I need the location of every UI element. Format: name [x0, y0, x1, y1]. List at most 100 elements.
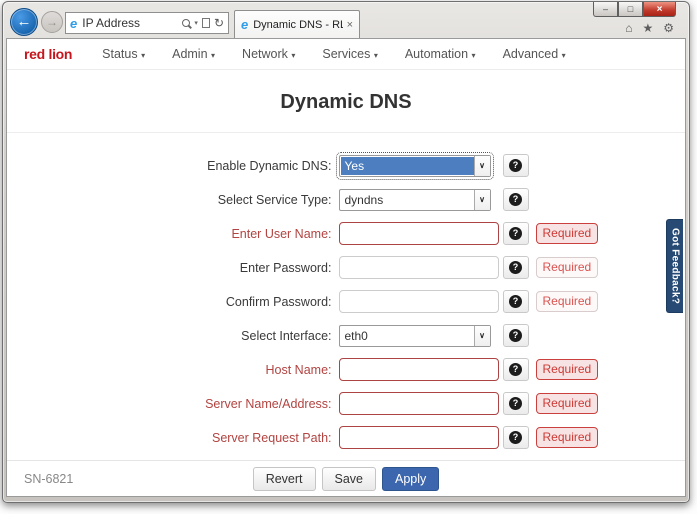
nav-item-advanced[interactable]: Advanced ▾	[503, 47, 566, 61]
interface-help-button[interactable]: ?	[502, 324, 529, 347]
back-button[interactable]: ←	[10, 8, 38, 36]
nav-item-label: Advanced	[502, 47, 559, 61]
host-name-help-button[interactable]: ?	[502, 358, 529, 381]
ie-logo-icon: e	[70, 15, 78, 31]
chevron-down-icon: ▾	[211, 51, 216, 60]
server-request-path-label: Server Request Path:	[211, 430, 332, 445]
service-type-label: Select Service Type:	[217, 192, 332, 207]
window-controls: – □ ×	[593, 2, 676, 17]
browser-tab[interactable]: e Dynamic DNS - RLC Admin... ×	[234, 10, 360, 38]
revert-button[interactable]: Revert	[252, 466, 316, 491]
redlion-logo[interactable]: red lion	[24, 46, 72, 62]
confirm-password-required-badge: Required	[535, 291, 599, 312]
nav-item-services[interactable]: Services ▾	[322, 47, 377, 61]
question-mark-icon: ?	[509, 397, 522, 410]
chevron-down-icon: ▾	[373, 51, 378, 60]
confirm-password-help-button[interactable]: ?	[502, 290, 529, 313]
ie-logo-icon: e	[241, 17, 249, 32]
close-button[interactable]: ×	[643, 2, 676, 17]
service-type-control-slot: dyndns ∨	[338, 188, 499, 211]
form-row-host-name: Host Name:? Required	[31, 358, 685, 381]
question-mark-icon: ?	[509, 431, 522, 444]
tab-close-icon[interactable]: ×	[347, 19, 353, 31]
enable-dynamic-dns-label: Enable Dynamic DNS:	[207, 158, 332, 173]
select-caret-icon: ∨	[473, 189, 490, 210]
server-name-address-required-badge: Required	[535, 393, 599, 414]
form-row-interface: Select Interface: eth0 ∨?	[31, 324, 685, 347]
select-caret-icon: ∨	[473, 325, 490, 346]
minimize-button[interactable]: –	[593, 2, 618, 17]
server-request-path-required-badge: Required	[535, 427, 599, 448]
nav-item-label: Network	[242, 47, 288, 61]
favorites-star-icon[interactable]: ★	[642, 21, 653, 35]
nav-item-label: Services	[322, 47, 371, 61]
user-name-help-button[interactable]: ?	[502, 222, 529, 245]
server-name-address-input[interactable]	[338, 392, 499, 415]
got-feedback-tab[interactable]: Got Feedback?	[666, 219, 683, 313]
question-mark-icon: ?	[509, 329, 522, 342]
interface-select[interactable]: eth0 ∨	[338, 324, 491, 347]
server-request-path-help-button[interactable]: ?	[502, 426, 529, 449]
user-name-input[interactable]	[338, 222, 499, 245]
badge-slot: Required	[535, 393, 599, 414]
address-text[interactable]: IP Address	[82, 16, 182, 30]
password-control-slot	[338, 256, 499, 279]
question-mark-icon: ?	[509, 193, 522, 206]
save-button[interactable]: Save	[321, 466, 377, 491]
enable-dynamic-dns-control-slot: Yes ∨	[335, 151, 499, 180]
service-type-help-button[interactable]: ?	[502, 188, 529, 211]
badge-slot: Required	[535, 427, 599, 448]
interface-selected-value: eth0	[344, 328, 368, 343]
badge-slot: Required	[535, 223, 599, 244]
maximize-button[interactable]: □	[618, 2, 643, 17]
chevron-down-icon: ▾	[471, 51, 476, 60]
nav-item-network[interactable]: Network ▾	[242, 47, 295, 61]
home-icon[interactable]: ⌂	[625, 21, 632, 35]
address-bar[interactable]: e IP Address ▾ ↻	[65, 12, 229, 34]
chevron-down-icon[interactable]: ▾	[194, 19, 198, 27]
confirm-password-input[interactable]	[338, 290, 499, 313]
tools-gear-icon[interactable]: ⚙	[663, 21, 674, 35]
host-name-label: Host Name:	[265, 362, 332, 377]
nav-menu: Status ▾ Admin ▾ Network ▾ Services ▾ Automa…	[102, 47, 593, 61]
forward-arrow-icon: →	[46, 15, 58, 29]
server-request-path-input[interactable]	[338, 426, 499, 449]
page-footer: SN-6821 Revert Save Apply	[7, 460, 685, 496]
service-type-select[interactable]: dyndns ∨	[338, 188, 491, 211]
chevron-down-icon: ▾	[291, 51, 296, 60]
server-name-address-help-button[interactable]: ?	[502, 392, 529, 415]
page-title: Dynamic DNS	[280, 91, 412, 113]
password-label: Enter Password:	[239, 260, 332, 275]
compatibility-view-icon[interactable]	[201, 18, 210, 28]
tab-title: Dynamic DNS - RLC Admin...	[253, 18, 342, 31]
server-name-address-control-slot	[338, 392, 499, 415]
nav-item-status[interactable]: Status ▾	[102, 47, 145, 61]
form-row-password: Enter Password:? Required	[31, 256, 685, 279]
select-caret-icon: ∨	[473, 155, 490, 176]
enable-dynamic-dns-selected-value: Yes	[340, 156, 474, 175]
host-name-required-badge: Required	[535, 359, 599, 380]
ddns-form: Enable Dynamic DNS: Yes ∨? Select Service T…	[7, 151, 685, 449]
interface-control-slot: eth0 ∨	[338, 324, 499, 347]
nav-item-label: Automation	[404, 47, 469, 61]
password-help-button[interactable]: ?	[502, 256, 529, 279]
nav-item-admin[interactable]: Admin ▾	[172, 47, 215, 61]
password-input[interactable]	[338, 256, 499, 279]
question-mark-icon: ?	[509, 363, 522, 376]
back-arrow-icon: ←	[16, 13, 32, 30]
browser-titlebar: ← → e IP Address ▾ ↻ e Dynamic DNS - RLC…	[3, 2, 689, 38]
search-icon[interactable]	[182, 19, 191, 27]
apply-button[interactable]: Apply	[382, 466, 440, 491]
host-name-input[interactable]	[338, 358, 499, 381]
password-required-badge: Required	[535, 257, 599, 278]
forward-button[interactable]: →	[41, 11, 63, 33]
question-mark-icon: ?	[509, 295, 522, 308]
form-row-server-request-path: Server Request Path:? Required	[31, 426, 685, 449]
nav-item-automation[interactable]: Automation ▾	[405, 47, 476, 61]
badge-slot: Required	[535, 359, 599, 380]
enable-dynamic-dns-select[interactable]: Yes ∨	[335, 151, 494, 180]
refresh-icon[interactable]: ↻	[214, 17, 224, 29]
server-name-address-label: Server Name/Address:	[205, 396, 332, 411]
confirm-password-label: Confirm Password:	[225, 294, 332, 309]
enable-dynamic-dns-help-button[interactable]: ?	[502, 154, 529, 177]
